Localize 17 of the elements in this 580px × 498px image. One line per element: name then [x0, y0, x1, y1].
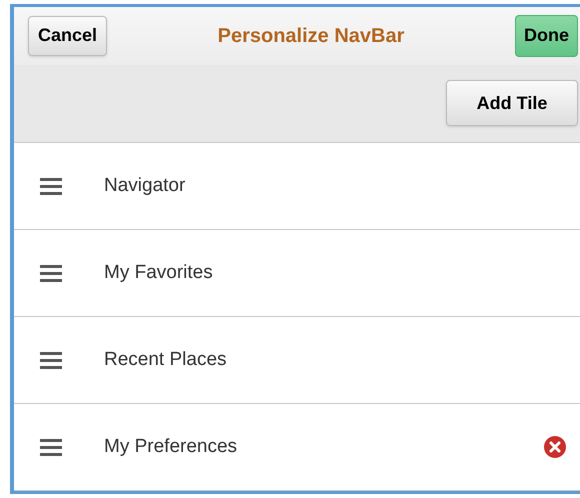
- list-item[interactable]: Recent Places: [14, 317, 580, 404]
- drag-handle-icon[interactable]: [40, 264, 62, 282]
- item-label: My Preferences: [104, 434, 238, 459]
- item-label: Recent Places: [104, 348, 228, 372]
- item-label: Navigator: [104, 174, 186, 198]
- remove-icon[interactable]: [544, 436, 566, 458]
- done-button[interactable]: Done: [514, 14, 578, 57]
- list-item[interactable]: My Favorites: [14, 230, 580, 317]
- add-tile-button[interactable]: Add Tile: [446, 80, 578, 126]
- drag-handle-icon[interactable]: [40, 438, 62, 456]
- list-item[interactable]: My Preferences: [14, 404, 580, 491]
- item-label: My Favorites: [104, 260, 214, 285]
- drag-handle-icon[interactable]: [40, 178, 62, 194]
- list-item[interactable]: Navigator: [14, 143, 580, 230]
- page-title: Personalize NavBar: [218, 24, 404, 49]
- cancel-button[interactable]: Cancel: [28, 16, 108, 56]
- drag-handle-icon[interactable]: [40, 352, 62, 368]
